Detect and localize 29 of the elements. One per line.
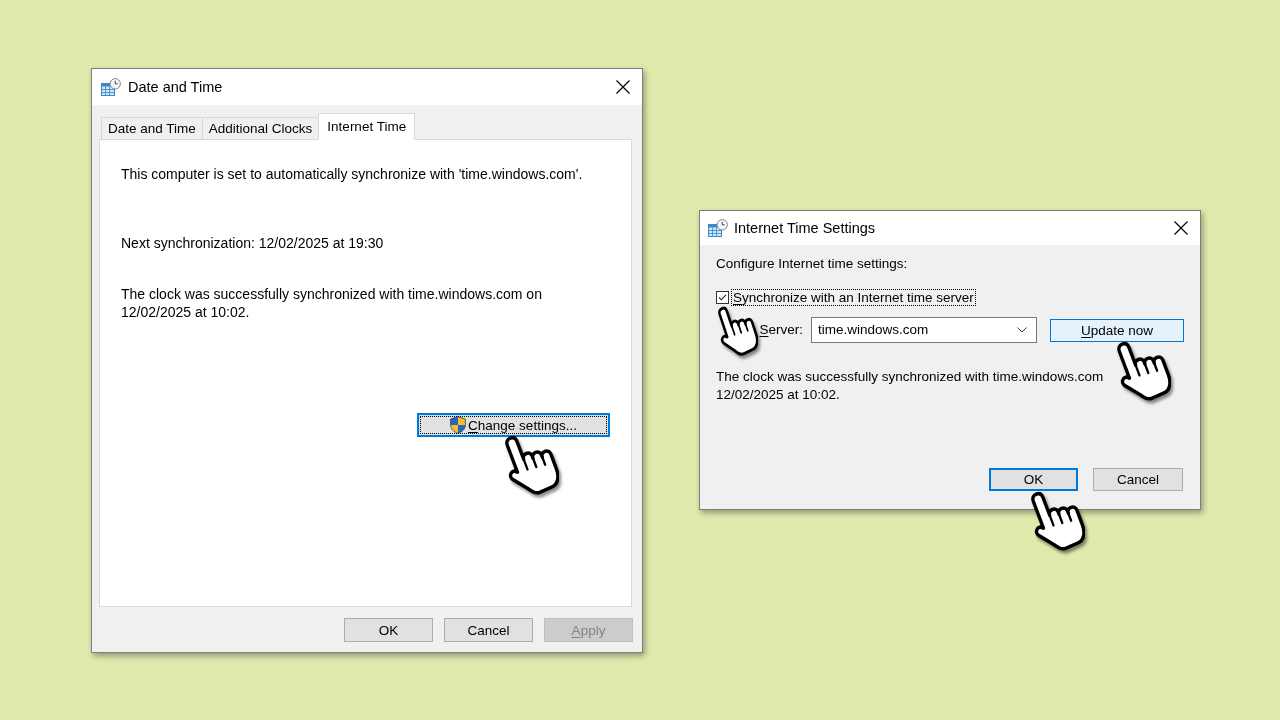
status-text: The clock was successfully synchronized with time.windows.com 12/02/2025 at 10:02. (716, 368, 1105, 404)
chevron-down-icon (1017, 327, 1027, 333)
shield-icon (450, 416, 467, 434)
tab[interactable]: Date and Time (101, 117, 203, 140)
checkbox-label[interactable]: Synchronize with an Internet time server (732, 289, 975, 305)
status-text: Next synchronization: 12/02/2025 at 19:30 (121, 234, 385, 252)
change-settings-button[interactable]: Change settings... (417, 413, 610, 437)
cancel-button[interactable]: Cancel (444, 618, 533, 642)
status-text: This computer is set to automatically synchronize with 'time.windows.com'. (121, 165, 584, 183)
update-now-button[interactable]: Update now (1050, 318, 1184, 342)
close-icon (616, 80, 630, 94)
pointing-hand-icon (1117, 340, 1171, 402)
pointing-hand-icon (505, 434, 559, 496)
calendar-clock-icon (101, 78, 121, 96)
section-heading: Configure Internet time settings: (716, 255, 908, 273)
server-label: Server: (759, 321, 803, 339)
checkbox[interactable] (716, 290, 729, 304)
pointing-hand-icon (1031, 490, 1085, 552)
ok-button[interactable]: OK (989, 468, 1078, 491)
close-icon (1174, 221, 1188, 235)
ok-button[interactable]: OK (344, 618, 433, 642)
cancel-button[interactable]: Cancel (1093, 468, 1183, 491)
server-combobox[interactable]: time.windows.com (811, 317, 1037, 343)
pointing-hand-icon (718, 305, 758, 357)
dialog-title: Date and Time (128, 79, 223, 95)
dialog-title: Internet Time Settings (734, 220, 876, 236)
status-text: The clock was successfully synchronized with time.windows.com on 12/02/2025 at 10:02. (121, 285, 543, 321)
calendar-clock-icon (708, 219, 728, 237)
tab[interactable]: Internet Time (318, 113, 416, 140)
